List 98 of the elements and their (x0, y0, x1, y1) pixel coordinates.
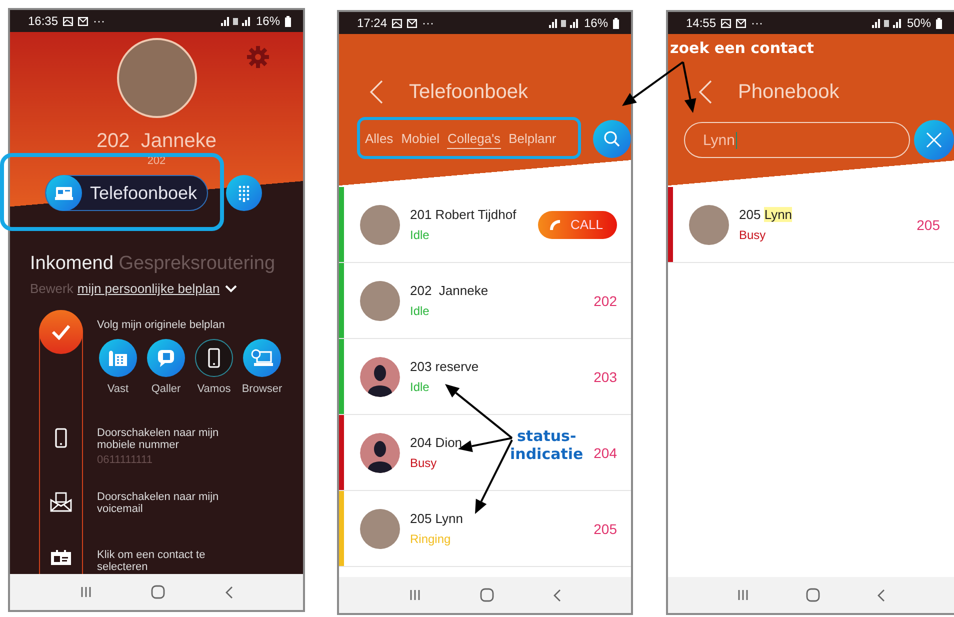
notification-icon (721, 18, 732, 28)
mobile-phone-icon (55, 428, 67, 448)
device-toggle[interactable] (195, 339, 233, 377)
option-label: Volg mijn originele belplan (97, 319, 226, 331)
battery-icon (285, 16, 291, 26)
dialpad-icon (238, 184, 250, 202)
device-toggle[interactable] (99, 339, 137, 377)
more-notifications-indicator: ··· (93, 14, 106, 28)
edit-label: Bewerk (30, 281, 74, 296)
screen-title: Phonebook (738, 80, 840, 104)
notification-icon (78, 16, 88, 26)
more-notifications-indicator: ··· (751, 16, 764, 30)
contact-status: Busy (410, 456, 437, 470)
envelope-icon (50, 492, 72, 512)
battery-percentage: 50% (906, 16, 931, 30)
phonebook-button[interactable]: Telefoonboek (44, 175, 208, 211)
annotation-label: status-indicatie (510, 427, 584, 463)
contact-status: Busy (739, 228, 766, 242)
option-label: Klik om een contact te selecteren (97, 549, 206, 573)
clock-time: 17:24 (357, 16, 388, 30)
clear-search-button[interactable] (914, 120, 954, 160)
contact-row[interactable]: 202 Janneke Idle 202 (339, 263, 631, 339)
extension-number: 202 (594, 292, 617, 308)
recent-apps-icon[interactable] (408, 589, 421, 601)
notification-icon (392, 18, 402, 28)
signal-icon (872, 18, 902, 28)
screen-title: Telefoonboek (409, 80, 528, 104)
battery-icon (936, 18, 942, 28)
back-icon[interactable] (225, 586, 234, 598)
notification-icon (407, 18, 418, 28)
battery-icon (613, 18, 619, 28)
device-label: Vast (107, 383, 129, 395)
extension-number: 205 (594, 520, 617, 536)
search-button[interactable] (593, 120, 631, 158)
phone-handset-icon (548, 218, 562, 232)
notification-icon (63, 16, 74, 26)
contact-name: 202 Janneke (410, 283, 488, 298)
extension-number: 204 (594, 444, 617, 460)
section-title: Inkomend (30, 253, 114, 274)
contact-status: Idle (410, 380, 430, 394)
phone-number: 0611111111 (97, 454, 154, 466)
avatar-silhouette (360, 432, 400, 472)
desk-phone-icon (108, 349, 128, 367)
recent-apps-icon[interactable] (80, 586, 92, 598)
contact-row[interactable]: 205 Lynn Busy 205 (668, 187, 954, 263)
contact-status: Idle (410, 304, 430, 318)
clock-time: 14:55 (686, 16, 716, 30)
contact-status: Idle (410, 228, 430, 242)
annotation-label: zoek een contact (670, 39, 814, 57)
notification-icon (736, 18, 746, 28)
contact-row[interactable]: 201 Robert Tijdhof Idle CALL (339, 187, 631, 263)
device-label: Browser (242, 383, 282, 395)
device-label: Qaller (151, 383, 181, 395)
back-icon[interactable] (877, 588, 886, 602)
mobile-phone-icon (208, 348, 220, 368)
contact-card-icon (51, 550, 71, 565)
contact-card-icon (46, 175, 82, 211)
close-icon (926, 132, 942, 148)
selected-indicator[interactable] (39, 310, 83, 354)
contact-name: 204 Dion (410, 435, 462, 450)
avatar-photo-placeholder (360, 204, 400, 244)
home-icon[interactable] (480, 588, 494, 602)
contact-row[interactable]: 205 Lynn Ringing 205 (339, 491, 631, 567)
contact-name: 203 reserve (410, 359, 479, 374)
contact-row[interactable]: 203 reserve Idle 203 (339, 339, 631, 415)
contact-status: Ringing (410, 532, 451, 546)
back-icon[interactable] (553, 588, 562, 602)
avatar-silhouette (360, 356, 400, 396)
home-icon[interactable] (151, 585, 166, 599)
battery-percentage: 16% (256, 14, 280, 28)
device-toggle[interactable] (147, 339, 185, 377)
extension-number: 205 (916, 216, 940, 232)
signal-icon (220, 16, 251, 26)
avatar-photo-placeholder (689, 204, 729, 244)
chat-bubble-icon (156, 348, 176, 368)
contact-name: 205 Lynn (410, 511, 464, 526)
contact-name: 201 Robert Tijdhof (410, 207, 516, 222)
signal-icon (548, 18, 579, 28)
profile-name: 202 Janneke (95, 130, 218, 153)
avatar-photo-placeholder (360, 280, 400, 320)
belplan-link[interactable]: mijn persoonlijke belplan (77, 281, 220, 296)
home-icon[interactable] (806, 588, 820, 602)
recent-apps-icon[interactable] (736, 589, 749, 601)
contact-name: 205 Lynn (739, 207, 792, 222)
device-toggle[interactable] (243, 339, 281, 377)
option-label: Doorschakelen naar mijn mobiele nummer (97, 427, 220, 451)
avatar-photo-placeholder (360, 508, 400, 548)
clock-time: 16:35 (28, 14, 58, 28)
computer-icon (251, 349, 273, 367)
dialpad-button[interactable] (226, 175, 262, 211)
search-icon (603, 130, 621, 148)
more-notifications-indicator: ··· (422, 16, 434, 30)
chevron-down-icon[interactable] (224, 284, 238, 294)
option-label: Doorschakelen naar mijn voicemail (97, 491, 220, 515)
section-subtitle: Gespreksroutering (118, 253, 276, 274)
extension-number: 203 (594, 368, 617, 384)
battery-percentage: 16% (584, 16, 608, 30)
device-label: Vamos (197, 383, 231, 395)
